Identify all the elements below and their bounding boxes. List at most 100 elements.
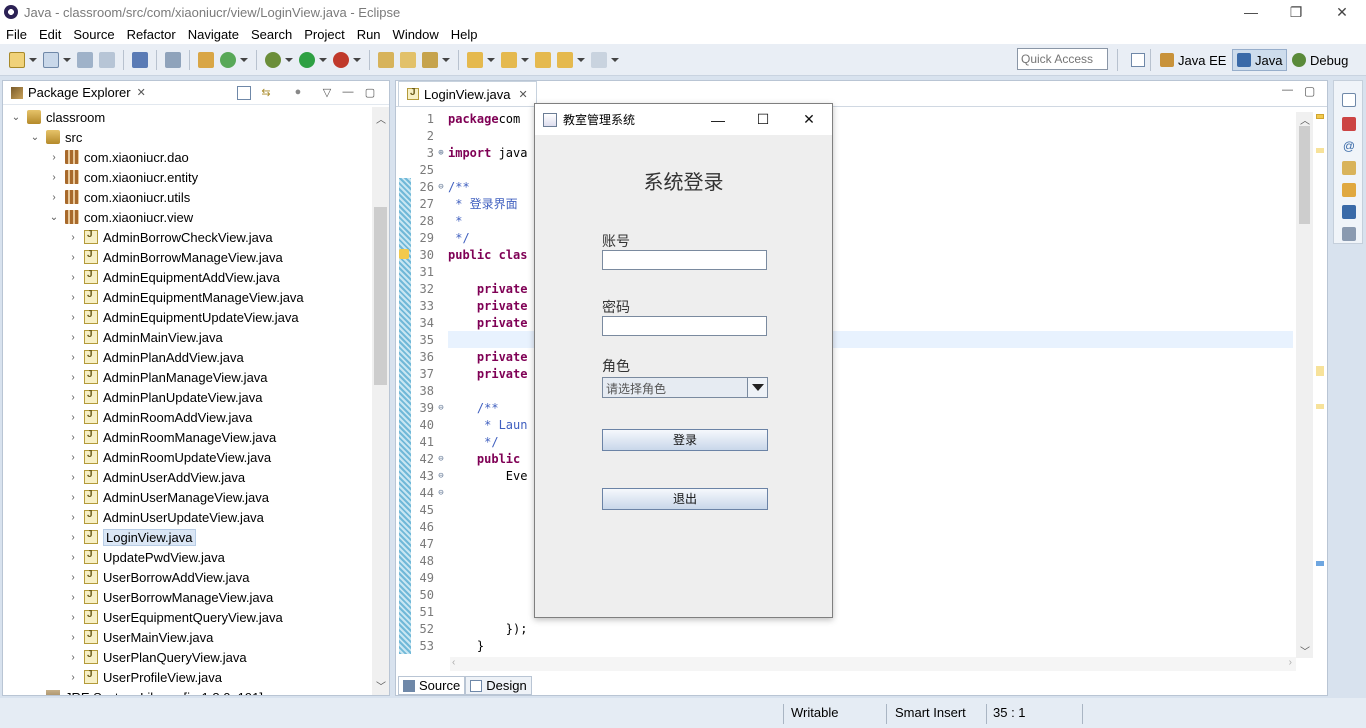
- tree-item[interactable]: › AdminPlanUpdateView.java: [68, 387, 262, 407]
- scroll-up-icon[interactable]: ︿: [1300, 112, 1310, 127]
- tree-item[interactable]: › AdminEquipmentManageView.java: [68, 287, 303, 307]
- tree-item[interactable]: › com.xiaoniucr.dao: [49, 147, 188, 167]
- forward-icon[interactable]: [591, 51, 607, 68]
- chevron-down-icon[interactable]: ⌄: [11, 112, 21, 123]
- chevron-right-icon[interactable]: ›: [49, 192, 59, 203]
- chevron-right-icon[interactable]: ›: [68, 332, 78, 343]
- occurrence-marker[interactable]: [1316, 366, 1324, 376]
- password-input[interactable]: [602, 316, 767, 336]
- scroll-right-icon[interactable]: ›: [1289, 657, 1292, 668]
- warning-marker[interactable]: [1316, 114, 1324, 119]
- open-folder-icon[interactable]: [400, 51, 416, 68]
- dropdown-arrow-icon[interactable]: [747, 378, 767, 397]
- tab-design[interactable]: Design: [465, 676, 532, 695]
- menu-run[interactable]: Run: [351, 27, 387, 42]
- back-dropdown-icon[interactable]: [577, 57, 585, 62]
- scroll-left-icon[interactable]: ‹: [452, 657, 455, 668]
- close-icon[interactable]: ✕: [519, 88, 528, 101]
- perspective-java[interactable]: Java: [1232, 49, 1288, 71]
- chevron-right-icon[interactable]: ›: [30, 692, 40, 696]
- skip-breakpoints-icon[interactable]: [165, 51, 181, 68]
- chevron-right-icon[interactable]: ›: [68, 352, 78, 363]
- menu-file[interactable]: File: [0, 27, 33, 42]
- chevron-right-icon[interactable]: ›: [68, 612, 78, 623]
- open-perspective-icon[interactable]: [1131, 53, 1145, 67]
- external-tools-dropdown-icon[interactable]: [353, 57, 361, 62]
- chevron-right-icon[interactable]: ›: [49, 172, 59, 183]
- progress-icon[interactable]: [1342, 227, 1356, 241]
- fold-toggle-icon[interactable]: ⊖: [436, 403, 446, 413]
- menu-refactor[interactable]: Refactor: [121, 27, 182, 42]
- new-java-project-icon[interactable]: [378, 51, 394, 68]
- tree-item[interactable]: › LoginView.java: [68, 527, 196, 547]
- current-line-marker[interactable]: [1316, 561, 1324, 566]
- new-window-icon[interactable]: [43, 51, 59, 68]
- tree-item[interactable]: › AdminRoomManageView.java: [68, 427, 276, 447]
- tree-item[interactable]: › AdminRoomUpdateView.java: [68, 447, 271, 467]
- account-input[interactable]: [602, 250, 767, 270]
- tree-item[interactable]: › UserProfileView.java: [68, 667, 222, 687]
- console-icon[interactable]: [1342, 205, 1356, 219]
- tree-item[interactable]: › JRE System Library [jre1.8.0_191]: [30, 687, 263, 695]
- previous-annotation-dropdown-icon[interactable]: [521, 57, 529, 62]
- tree-item[interactable]: › AdminPlanManageView.java: [68, 367, 267, 387]
- fold-toggle-icon[interactable]: ⊖: [436, 182, 446, 192]
- tree-item[interactable]: › AdminPlanAddView.java: [68, 347, 243, 367]
- console-icon[interactable]: [132, 51, 148, 68]
- scrollbar-thumb[interactable]: [1299, 126, 1310, 224]
- tree-item[interactable]: › com.xiaoniucr.entity: [49, 167, 198, 187]
- package-explorer-scrollbar[interactable]: ︿ ﹀: [372, 107, 389, 695]
- next-annotation-icon[interactable]: [467, 51, 483, 68]
- chevron-right-icon[interactable]: ›: [68, 232, 78, 243]
- chevron-right-icon[interactable]: ›: [68, 412, 78, 423]
- chevron-right-icon[interactable]: ›: [68, 452, 78, 463]
- perspective-java-ee[interactable]: Java EE: [1156, 49, 1230, 71]
- tree-item[interactable]: › AdminBorrowCheckView.java: [68, 227, 272, 247]
- fold-toggle-icon[interactable]: ⊕: [436, 148, 446, 158]
- new-class-dropdown-icon[interactable]: [442, 57, 450, 62]
- chevron-right-icon[interactable]: ›: [68, 512, 78, 523]
- save-all-icon[interactable]: [99, 51, 115, 68]
- tree-item[interactable]: › AdminEquipmentAddView.java: [68, 267, 280, 287]
- chevron-right-icon[interactable]: ›: [68, 572, 78, 583]
- chevron-right-icon[interactable]: ›: [68, 292, 78, 303]
- tree-item[interactable]: ⌄ src: [30, 127, 83, 147]
- tree-item[interactable]: › UpdatePwdView.java: [68, 547, 225, 567]
- chevron-down-icon[interactable]: ⌄: [49, 212, 59, 223]
- tree-item[interactable]: › UserMainView.java: [68, 627, 213, 647]
- quick-access-input[interactable]: [1017, 48, 1108, 70]
- open-type-icon[interactable]: [198, 51, 214, 68]
- last-edit-location-icon[interactable]: [535, 51, 551, 68]
- run-dropdown-icon[interactable]: [319, 57, 327, 62]
- tree-item[interactable]: › AdminBorrowManageView.java: [68, 247, 282, 267]
- chevron-right-icon[interactable]: ›: [68, 532, 78, 543]
- menu-search[interactable]: Search: [245, 27, 298, 42]
- maximize-editor-icon[interactable]: ▢: [1304, 84, 1315, 98]
- occurrence-marker[interactable]: [1316, 404, 1324, 409]
- refresh-dropdown-icon[interactable]: [240, 57, 248, 62]
- scroll-up-icon[interactable]: ︿: [376, 111, 386, 126]
- tree-item[interactable]: › AdminRoomAddView.java: [68, 407, 252, 427]
- filters-icon[interactable]: ●: [291, 86, 305, 100]
- refresh-icon[interactable]: [220, 51, 236, 68]
- dialog-close-button[interactable]: ✕: [786, 104, 832, 135]
- restore-icon[interactable]: [1342, 93, 1356, 107]
- chevron-right-icon[interactable]: ›: [68, 392, 78, 403]
- chevron-down-icon[interactable]: ⌄: [30, 132, 40, 143]
- tree-item[interactable]: › UserEquipmentQueryView.java: [68, 607, 282, 627]
- chevron-right-icon[interactable]: ›: [68, 652, 78, 663]
- chevron-right-icon[interactable]: ›: [68, 432, 78, 443]
- minimize-editor-icon[interactable]: —: [1282, 84, 1293, 96]
- tab-source[interactable]: Source: [398, 676, 466, 695]
- tree-item[interactable]: › AdminUserUpdateView.java: [68, 507, 264, 527]
- dialog-minimize-button[interactable]: —: [695, 104, 741, 135]
- problems-icon[interactable]: [1342, 117, 1356, 131]
- chevron-right-icon[interactable]: ›: [68, 632, 78, 643]
- chevron-right-icon[interactable]: ›: [68, 312, 78, 323]
- perspective-debug[interactable]: Debug: [1288, 49, 1352, 71]
- javadoc-icon[interactable]: @: [1342, 139, 1356, 153]
- minimize-view-icon[interactable]: —: [341, 86, 355, 100]
- debug-dropdown-icon[interactable]: [285, 57, 293, 62]
- chevron-right-icon[interactable]: ›: [68, 492, 78, 503]
- restore-button[interactable]: ❐: [1273, 0, 1319, 24]
